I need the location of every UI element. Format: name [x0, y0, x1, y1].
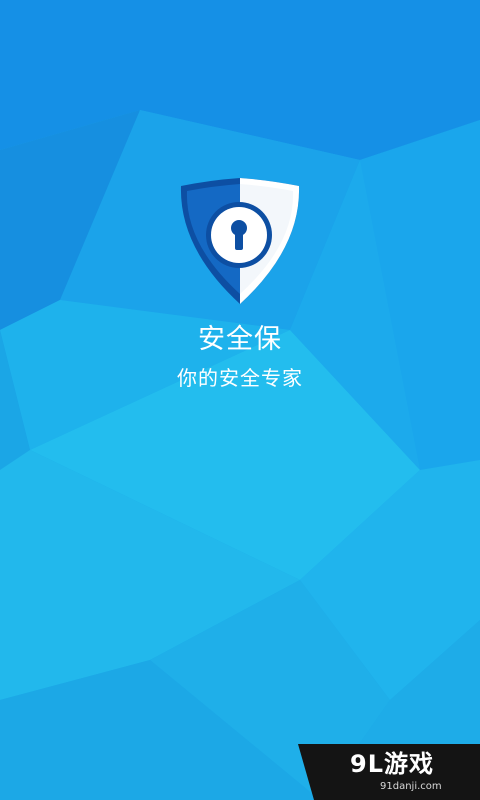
watermark: 9L游戏 91danji.com	[298, 744, 480, 800]
splash-screen: 安全保 你的安全专家 9L游戏 91danji.com	[0, 0, 480, 800]
watermark-logo: 9L游戏	[350, 750, 434, 778]
watermark-url: 91danji.com	[380, 781, 442, 792]
background-polygons	[0, 0, 480, 800]
shield-keyhole-icon	[180, 178, 300, 304]
app-name: 安全保	[198, 324, 282, 355]
splash-content: 安全保 你的安全专家	[0, 178, 480, 392]
app-tagline: 你的安全专家	[177, 366, 303, 390]
